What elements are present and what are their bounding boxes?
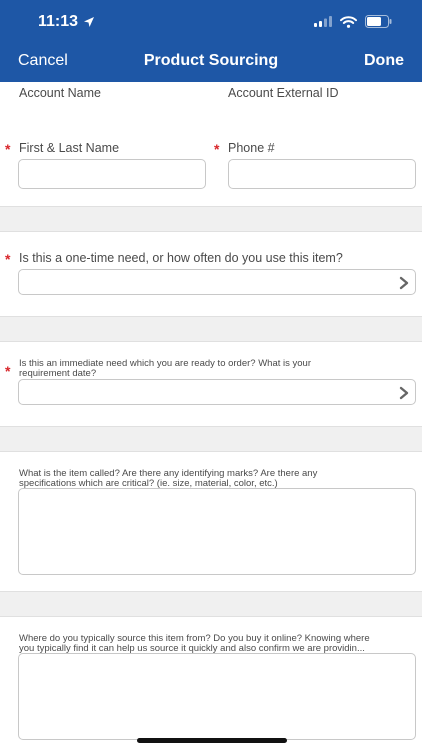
- immediate-need-label-line2: requirement date?: [19, 368, 97, 379]
- first-last-name-input[interactable]: [18, 159, 206, 189]
- status-time-text: 11:13: [38, 13, 79, 30]
- frequency-picker[interactable]: [18, 269, 416, 295]
- chevron-right-icon: [399, 276, 409, 290]
- nav-header: 11:13 Cancel Product Sourcing Done: [0, 0, 422, 82]
- status-time: 11:13: [38, 13, 95, 31]
- first-last-name-label: First & Last Name: [19, 141, 120, 155]
- account-external-id-label: Account External ID: [228, 86, 339, 100]
- status-icons: [314, 15, 392, 28]
- signal-icon: [314, 16, 332, 27]
- done-button[interactable]: Done: [364, 52, 404, 70]
- required-marker: *: [5, 363, 11, 379]
- frequency-label: Is this a one-time need, or how often do…: [19, 251, 343, 265]
- section-divider: [0, 426, 422, 452]
- required-marker: *: [214, 141, 220, 157]
- requirement-date-picker[interactable]: [18, 379, 416, 405]
- cancel-button[interactable]: Cancel: [18, 52, 68, 70]
- phone-input[interactable]: [228, 159, 416, 189]
- home-indicator: [137, 738, 287, 743]
- required-marker: *: [5, 251, 11, 267]
- chevron-right-icon: [399, 386, 409, 400]
- location-arrow-icon: [84, 17, 95, 27]
- section-divider: [0, 591, 422, 617]
- wifi-icon: [340, 15, 357, 28]
- phone-label: Phone #: [228, 141, 275, 155]
- source-textarea[interactable]: [18, 653, 416, 740]
- account-name-label: Account Name: [19, 86, 101, 100]
- section-divider: [0, 316, 422, 342]
- section-divider: [0, 206, 422, 232]
- item-description-textarea[interactable]: [18, 488, 416, 575]
- required-marker: *: [5, 141, 11, 157]
- battery-icon: [365, 15, 392, 28]
